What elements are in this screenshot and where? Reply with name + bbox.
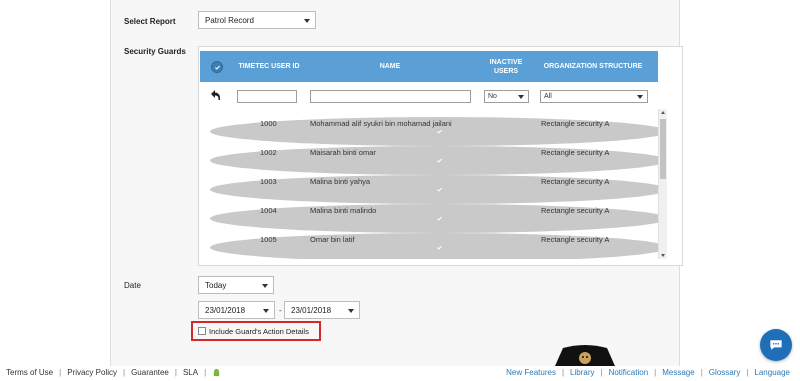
date-label: Date <box>124 281 141 290</box>
mascot-image <box>555 345 615 366</box>
report-form-panel: Select Report Patrol Record Security Gua… <box>110 0 683 366</box>
table-row[interactable]: 1004 Malina binti malindo Rectangle secu… <box>200 196 658 233</box>
footer-separator: | <box>123 368 126 377</box>
date-range-dropdown[interactable]: Today <box>198 276 274 294</box>
date-to-dropdown[interactable]: 23/01/2018 <box>284 301 360 319</box>
chevron-down-icon <box>263 309 269 313</box>
chevron-down-icon <box>637 95 643 99</box>
date-range-value: Today <box>205 280 227 290</box>
chevron-down-icon <box>348 309 354 313</box>
row-name: Malina binti yahya <box>310 177 371 186</box>
scroll-up-icon[interactable] <box>661 111 665 114</box>
footer-privacy-link[interactable]: Privacy Policy <box>67 368 117 377</box>
row-org: Rectangle security A <box>541 235 610 244</box>
row-name: Mohammad alif syukri bin mohamad jailani <box>310 119 452 128</box>
table-row[interactable]: 1002 Maisarah binti omar Rectangle secur… <box>200 138 658 175</box>
table-body: 1000 Mohammad alif syukri bin mohamad ja… <box>200 109 658 259</box>
inactive-filter-select[interactable]: No <box>484 90 529 103</box>
security-guards-label: Security Guards <box>124 47 186 56</box>
footer-notification-link[interactable]: Notification <box>609 368 649 377</box>
header-organization-structure[interactable]: ORGANIZATION STRUCTURE <box>538 51 648 82</box>
footer-separator: | <box>174 368 177 377</box>
row-user-id: 1000 <box>260 119 277 128</box>
date-separator: - <box>279 306 282 315</box>
footer-separator: | <box>600 368 603 377</box>
chevron-down-icon <box>304 19 310 23</box>
table-scrollbar[interactable] <box>658 109 667 259</box>
user-id-filter-input[interactable] <box>237 90 297 103</box>
header-name[interactable]: NAME <box>310 51 470 82</box>
footer-separator: | <box>561 368 565 377</box>
footer-separator: | <box>746 368 749 377</box>
row-user-id: 1003 <box>260 177 277 186</box>
header-user-id[interactable]: TIMETEC USER ID <box>238 51 300 82</box>
chat-bubble-icon <box>770 340 782 350</box>
footer-separator: | <box>654 368 657 377</box>
footer-guarantee-link[interactable]: Guarantee <box>131 368 169 377</box>
security-guards-table: TIMETEC USER ID NAME INACTIVE USERS ORGA… <box>198 46 683 266</box>
include-actions-highlight: Include Guard's Action Details <box>191 321 321 341</box>
footer-message-link[interactable]: Message <box>662 368 694 377</box>
table-header: TIMETEC USER ID NAME INACTIVE USERS ORGA… <box>200 51 658 82</box>
row-user-id: 1002 <box>260 148 277 157</box>
footer-new-features-link[interactable]: New Features <box>506 368 556 377</box>
footer-separator: | <box>59 368 62 377</box>
name-filter-input[interactable] <box>310 90 471 103</box>
footer-language-link[interactable]: Language <box>754 368 790 377</box>
select-all-check-icon[interactable] <box>211 61 223 73</box>
undo-icon[interactable] <box>208 88 222 102</box>
header-inactive-users[interactable]: INACTIVE USERS <box>483 51 529 82</box>
row-org: Rectangle security A <box>541 177 610 186</box>
scrollbar-thumb[interactable] <box>660 119 666 179</box>
org-filter-select[interactable]: All <box>540 90 648 103</box>
chat-button[interactable] <box>760 329 792 361</box>
table-row[interactable]: 1005 Omar bin latif Rectangle security A <box>200 225 658 259</box>
select-report-label: Select Report <box>124 17 176 26</box>
date-from-dropdown[interactable]: 23/01/2018 <box>198 301 275 319</box>
date-from-value: 23/01/2018 <box>205 305 246 315</box>
row-org: Rectangle security A <box>541 206 610 215</box>
select-report-dropdown[interactable]: Patrol Record <box>198 11 316 29</box>
row-name: Maisarah binti omar <box>310 148 376 157</box>
select-report-value: Patrol Record <box>205 15 254 25</box>
date-to-value: 23/01/2018 <box>291 305 332 315</box>
table-row[interactable]: 1000 Mohammad alif syukri bin mohamad ja… <box>200 109 658 146</box>
row-name: Malina binti malindo <box>310 206 377 215</box>
row-user-id: 1004 <box>260 206 277 215</box>
filter-row: No All <box>200 85 658 107</box>
footer-sla-link[interactable]: SLA <box>183 368 198 377</box>
footer-separator: | <box>204 368 207 377</box>
footer-separator: | <box>700 368 703 377</box>
footer-left-links: Terms of Use | Privacy Policy | Guarante… <box>6 368 221 377</box>
row-org: Rectangle security A <box>541 148 610 157</box>
footer-terms-link[interactable]: Terms of Use <box>6 368 53 377</box>
include-actions-label[interactable]: Include Guard's Action Details <box>209 327 309 336</box>
org-filter-value: All <box>544 93 552 100</box>
footer-glossary-link[interactable]: Glossary <box>709 368 741 377</box>
row-org: Rectangle security A <box>541 119 610 128</box>
footer-right-links: New Features | Library | Notification | … <box>506 368 790 377</box>
inactive-filter-value: No <box>488 93 497 100</box>
chevron-down-icon <box>262 284 268 288</box>
footer-library-link[interactable]: Library <box>570 368 594 377</box>
chevron-down-icon <box>518 95 524 99</box>
include-actions-checkbox[interactable] <box>198 327 206 335</box>
android-icon[interactable] <box>212 368 221 377</box>
scroll-down-icon[interactable] <box>661 254 665 257</box>
footer: Terms of Use | Privacy Policy | Guarante… <box>0 366 800 381</box>
row-name: Omar bin latif <box>310 235 355 244</box>
table-row[interactable]: 1003 Malina binti yahya Rectangle securi… <box>200 167 658 204</box>
row-user-id: 1005 <box>260 235 277 244</box>
